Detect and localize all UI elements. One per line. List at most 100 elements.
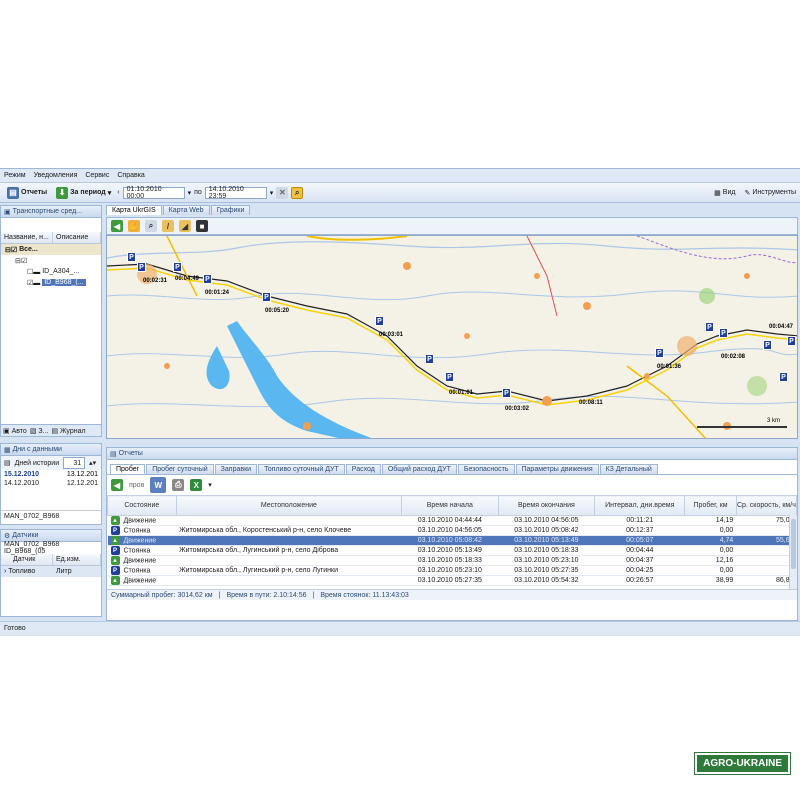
col-sensor[interactable]: Датчик bbox=[1, 554, 53, 565]
table-row[interactable]: ▲ Движение 03.10.2010 05:27:35 03.10.2010 0… bbox=[107, 575, 797, 586]
col-unit[interactable]: Ед.изм. bbox=[53, 554, 101, 565]
period-button[interactable]: ⬇ За период ▾ bbox=[53, 185, 114, 201]
date-from-dropdown-icon[interactable]: ▾ bbox=[188, 189, 192, 197]
table-row[interactable]: ▲ Движение 03.10.2010 05:18:33 03.10.2010 0… bbox=[107, 555, 797, 566]
view-button[interactable]: ▦ Вид bbox=[711, 185, 738, 201]
tab-mileage-daily[interactable]: Пробег суточный bbox=[146, 464, 214, 474]
tab-motion-params[interactable]: Параметры движения bbox=[515, 464, 599, 474]
back-icon[interactable]: ◀ bbox=[111, 220, 123, 232]
tree-item-all[interactable]: ⊟☑ Все... bbox=[1, 244, 101, 255]
col-desc[interactable]: Описание bbox=[53, 232, 101, 243]
tab-safety[interactable]: Безопасность bbox=[457, 464, 515, 474]
spinner-icon[interactable]: ▴▾ bbox=[89, 459, 96, 467]
table-cell: 03.10.2010 05:27:35 bbox=[498, 565, 595, 576]
col-name[interactable]: Название, н... bbox=[1, 232, 53, 243]
parking-marker[interactable]: P bbox=[445, 372, 454, 382]
date-to-input[interactable]: 14.10.2010 23:59 bbox=[204, 186, 267, 200]
tab-map-ukrgis[interactable]: Карта UkrGIS bbox=[106, 205, 162, 215]
tab-total-consumption[interactable]: Общий расход ДУТ bbox=[381, 464, 457, 474]
col-start-time[interactable]: Время начала bbox=[401, 495, 499, 516]
camera-icon[interactable]: ■ bbox=[196, 220, 208, 232]
tab-consumption[interactable]: Расход bbox=[345, 464, 381, 474]
excel-icon[interactable]: X bbox=[190, 479, 203, 491]
parking-marker[interactable]: P bbox=[502, 388, 511, 398]
parking-marker[interactable]: P bbox=[787, 336, 796, 346]
col-avg-speed[interactable]: Ср. скорость, км/ч bbox=[735, 495, 797, 516]
parking-marker[interactable]: P bbox=[705, 322, 714, 332]
menu-item-service[interactable]: Сервис bbox=[85, 172, 109, 179]
date-to-dropdown-icon[interactable]: ▾ bbox=[270, 189, 274, 197]
scrollbar[interactable] bbox=[789, 515, 797, 589]
tree-item-group[interactable]: ⊟☑ bbox=[1, 255, 101, 266]
date-from-input[interactable]: 01.10.2010 00:00 bbox=[122, 186, 185, 200]
route-icon[interactable]: ✕ bbox=[276, 186, 289, 199]
col-location[interactable]: Местоположение bbox=[175, 495, 403, 516]
summary-parking-time: Время стоянок: 11.13:43:03 bbox=[320, 591, 409, 599]
zoom-icon[interactable]: ⌕ bbox=[145, 220, 157, 232]
parking-marker[interactable]: P bbox=[127, 252, 136, 262]
tab-charts[interactable]: Графики bbox=[210, 205, 251, 215]
tab-fuel-daily[interactable]: Топливо суточный ДУТ bbox=[258, 464, 345, 474]
gear-icon: ⚙ bbox=[4, 532, 13, 540]
truck-icon: ☐▬ bbox=[27, 268, 41, 276]
tab-map-web[interactable]: Карта Web bbox=[162, 205, 210, 215]
map-route-icon[interactable]: W bbox=[150, 477, 167, 493]
sensor-row[interactable]: › Топливо Литр bbox=[1, 566, 101, 577]
parking-marker[interactable]: P bbox=[719, 328, 728, 338]
menu-item-mode[interactable]: Режим bbox=[4, 172, 26, 179]
tab-auto[interactable]: ▣ Авто bbox=[3, 427, 27, 435]
pan-hand-icon[interactable]: ✋ bbox=[128, 220, 140, 232]
col-interval[interactable]: Интервал, дни.время bbox=[594, 495, 686, 516]
menu-item-help[interactable]: Справка bbox=[117, 172, 144, 179]
back-icon[interactable]: ◀ bbox=[111, 479, 123, 491]
table-row[interactable]: P Стоянка Житомирська обл., Коростенський … bbox=[107, 525, 797, 536]
summary-mileage: Суммарный пробег: 3014,62 км bbox=[111, 591, 213, 599]
ruler-icon[interactable]: / bbox=[162, 220, 174, 232]
reports-button[interactable]: ▤ Отчеты bbox=[4, 185, 50, 201]
parking-marker[interactable]: P bbox=[137, 262, 146, 272]
tab-refuels[interactable]: Заправки bbox=[214, 464, 258, 474]
table-row[interactable]: P Стоянка Житомирська обл., Лугинський р-н… bbox=[107, 565, 797, 576]
tab-z[interactable]: ▧ З... bbox=[30, 427, 49, 435]
map-view[interactable]: P P P P P P P P P P P P P P P 00:02:31 0… bbox=[106, 235, 798, 439]
parking-marker[interactable]: P bbox=[779, 372, 788, 382]
tab-journal[interactable]: ▤ Журнал bbox=[51, 427, 85, 435]
table-row[interactable]: ▲ Движение 03.10.2010 05:08:42 03.10.2010 0… bbox=[107, 535, 797, 546]
parking-marker[interactable]: P bbox=[763, 340, 772, 350]
history-days-input[interactable]: 31 bbox=[63, 457, 86, 469]
parking-marker[interactable]: P bbox=[655, 348, 664, 358]
area-icon[interactable]: ◢ bbox=[179, 220, 191, 232]
table-cell: 03.10.2010 05:18:33 bbox=[498, 545, 595, 556]
parking-marker[interactable]: P bbox=[173, 262, 182, 272]
tab-kz-detail[interactable]: КЗ Детальный bbox=[599, 464, 658, 474]
col-end-time[interactable]: Время окончания bbox=[497, 495, 596, 516]
chevron-down-icon[interactable]: ▾ bbox=[208, 481, 212, 489]
tree-item-vehicle-b968[interactable]: ☑▬ ID_B968_(... bbox=[1, 277, 101, 288]
table-cell bbox=[736, 555, 797, 566]
table-row[interactable]: P Стоянка Житомирська обл., Лугинський р-н… bbox=[107, 545, 797, 556]
parking-marker[interactable]: P bbox=[203, 274, 212, 284]
parking-marker[interactable]: P bbox=[425, 354, 434, 364]
table-cell bbox=[176, 515, 402, 526]
tools-button[interactable]: ✎ Инструменты bbox=[741, 185, 800, 201]
search-icon[interactable]: ⌕ bbox=[291, 186, 304, 199]
menu-item-notifications[interactable]: Уведомления bbox=[34, 172, 78, 179]
date-row[interactable]: 14.12.2010 12.12.201 bbox=[1, 479, 101, 488]
table-cell: 00:04:25 bbox=[594, 565, 685, 576]
table-cell: 75,00 bbox=[736, 515, 797, 526]
table-cell: 03.10.2010 05:54:32 bbox=[498, 575, 595, 586]
tree-collapse-icon[interactable]: ⊟☑ bbox=[15, 257, 27, 265]
date-row[interactable]: 15.12.2010 13.12.201 bbox=[1, 470, 101, 479]
print-icon[interactable]: ⎙ bbox=[172, 479, 185, 491]
prev-arrow-icon[interactable]: ‹ bbox=[117, 189, 119, 196]
scrollbar-thumb[interactable] bbox=[791, 519, 796, 569]
tab-mileage[interactable]: Пробег bbox=[110, 464, 146, 474]
tree-collapse-icon[interactable]: ⊟☑ bbox=[5, 246, 17, 254]
table-row[interactable]: ▲ Движение 03.10.2010 04:44:44 03.10.2010 0… bbox=[107, 515, 797, 526]
tree-item-vehicle-a304[interactable]: ☐▬ ID_A304_... bbox=[1, 266, 101, 277]
parking-marker[interactable]: P bbox=[375, 316, 384, 326]
back-label[interactable]: пров bbox=[129, 482, 144, 489]
col-state[interactable]: Состояние bbox=[107, 495, 177, 516]
col-mileage[interactable]: Пробег, км bbox=[684, 495, 737, 516]
parking-marker[interactable]: P bbox=[262, 292, 271, 302]
